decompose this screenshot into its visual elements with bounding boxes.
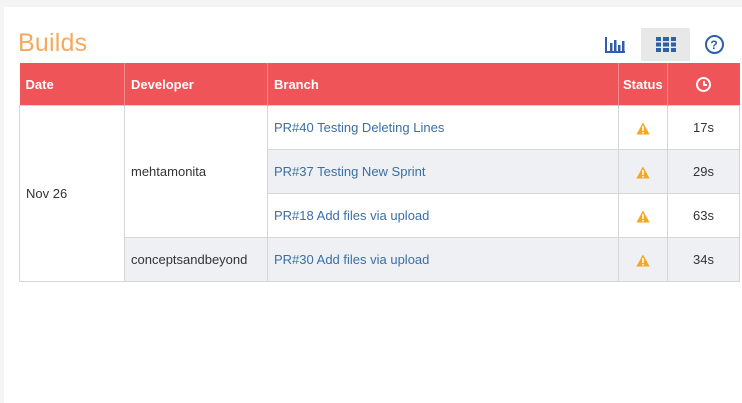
column-header-date[interactable]: Date (19, 63, 125, 106)
branch-link[interactable]: PR#18 Add files via upload (274, 208, 429, 223)
date-cell: Nov 26 (19, 105, 125, 282)
branch-cell: PR#30 Add files via upload (267, 237, 619, 282)
duration-cell: 63s (667, 193, 740, 238)
branch-cell: PR#18 Add files via upload (267, 193, 619, 238)
branch-link[interactable]: PR#30 Add files via upload (274, 252, 429, 267)
warning-icon[interactable] (636, 254, 650, 267)
help-button[interactable]: ? (692, 28, 736, 61)
developer-cell[interactable]: conceptsandbeyond (124, 237, 268, 282)
warning-icon[interactable] (636, 122, 650, 135)
grid-icon (655, 37, 676, 52)
status-cell (618, 105, 668, 150)
duration-cell: 17s (667, 105, 740, 150)
builds-panel: Builds ? Date Developer Branch Status No… (4, 7, 742, 403)
column-header-branch[interactable]: Branch (267, 63, 619, 106)
duration-cell: 34s (667, 237, 740, 282)
status-cell (618, 237, 668, 282)
table-row: Nov 26 mehtamonita PR#40 Testing Deletin… (19, 105, 740, 282)
chart-view-button[interactable] (590, 28, 639, 61)
clock-icon (696, 77, 712, 93)
table-header-row: Date Developer Branch Status (19, 63, 740, 106)
column-header-developer[interactable]: Developer (124, 63, 268, 106)
developer-cell[interactable]: mehtamonita (124, 105, 268, 238)
status-cell (618, 149, 668, 194)
duration-cell: 29s (667, 149, 740, 194)
warning-icon[interactable] (636, 210, 650, 223)
column-header-duration[interactable] (667, 63, 740, 106)
branch-cell: PR#37 Testing New Sprint (267, 149, 619, 194)
column-header-status[interactable]: Status (618, 63, 668, 106)
help-icon: ? (704, 35, 724, 54)
warning-icon[interactable] (636, 166, 650, 179)
table-row: conceptsandbeyond PR#30 Add files via up… (20, 237, 740, 282)
branch-link[interactable]: PR#40 Testing Deleting Lines (274, 120, 444, 135)
grid-view-button[interactable] (641, 28, 690, 61)
status-cell (618, 193, 668, 238)
branch-cell: PR#40 Testing Deleting Lines (267, 105, 619, 150)
builds-table: Date Developer Branch Status Nov 26 meht… (19, 63, 740, 282)
bar-chart-icon (604, 36, 625, 53)
branch-link[interactable]: PR#37 Testing New Sprint (274, 164, 426, 179)
page-title: Builds (18, 29, 88, 57)
